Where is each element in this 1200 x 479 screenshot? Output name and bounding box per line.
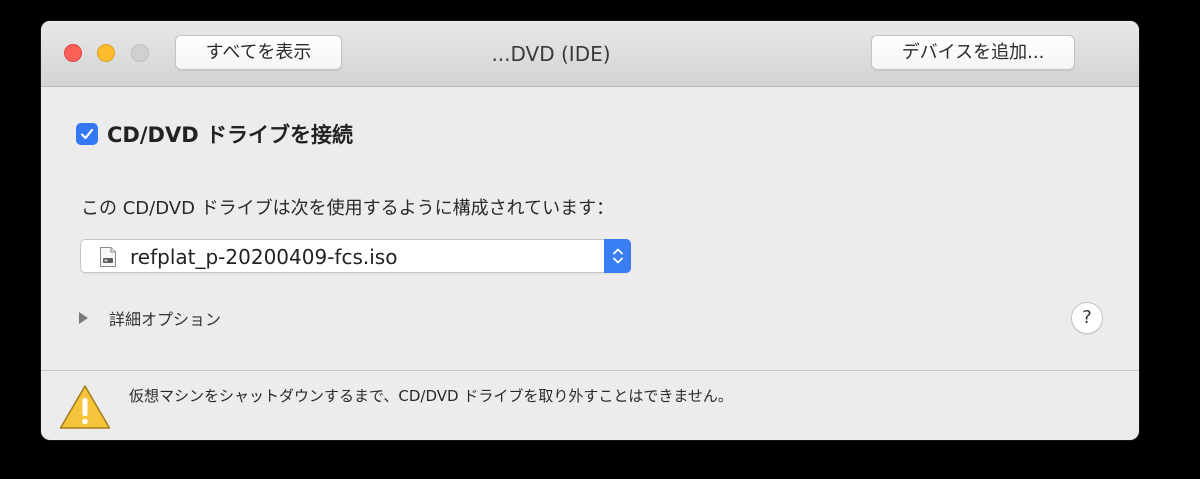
select-stepper[interactable] bbox=[604, 239, 631, 273]
footer-divider bbox=[41, 370, 1139, 371]
connect-drive-checkbox[interactable] bbox=[76, 123, 98, 145]
selected-file-name: refplat_p-20200409-fcs.iso bbox=[130, 245, 398, 269]
checkmark-icon bbox=[80, 128, 94, 140]
warning-message: 仮想マシンをシャットダウンするまで、CD/DVD ドライブを取り外すことはできま… bbox=[129, 387, 733, 405]
up-down-chevron-icon bbox=[612, 248, 623, 264]
disclosure-triangle-icon[interactable] bbox=[79, 312, 88, 324]
connect-drive-row[interactable]: CD/DVD ドライブを接続 bbox=[76, 121, 353, 147]
advanced-options-label: 詳細オプション bbox=[109, 310, 222, 329]
window-title: ...DVD (IDE) bbox=[491, 42, 611, 66]
settings-window: すべてを表示 ...DVD (IDE) デバイスを追加... CD/DVD ドラ… bbox=[41, 21, 1139, 440]
advanced-options-disclosure[interactable]: 詳細オプション bbox=[79, 307, 221, 329]
minimize-window-button[interactable] bbox=[97, 44, 115, 62]
add-device-button[interactable]: デバイスを追加... bbox=[871, 35, 1075, 70]
close-window-button[interactable] bbox=[64, 44, 82, 62]
zoom-window-button bbox=[131, 44, 149, 62]
title-bar: すべてを表示 ...DVD (IDE) デバイスを追加... bbox=[41, 21, 1139, 87]
disk-image-file-icon bbox=[100, 247, 116, 267]
warning-triangle-icon bbox=[59, 385, 111, 429]
configuration-description: この CD/DVD ドライブは次を使用するように構成されています： bbox=[81, 198, 615, 219]
show-all-button[interactable]: すべてを表示 bbox=[175, 35, 342, 70]
connect-drive-label: CD/DVD ドライブを接続 bbox=[107, 123, 353, 147]
iso-file-select[interactable]: refplat_p-20200409-fcs.iso bbox=[80, 239, 631, 273]
help-button[interactable]: ? bbox=[1071, 302, 1103, 334]
